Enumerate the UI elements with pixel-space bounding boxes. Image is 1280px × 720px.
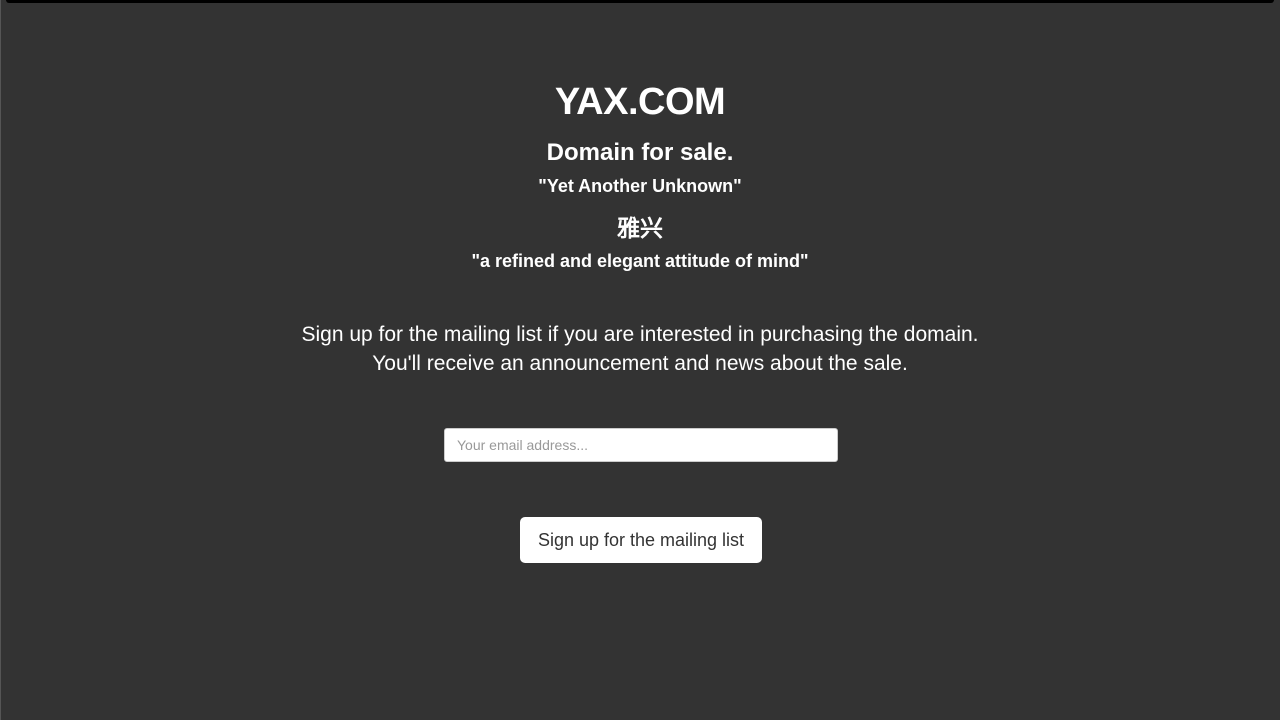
description-line-2: You'll receive an announcement and news … — [372, 352, 908, 375]
description-line-1: Sign up for the mailing list if you are … — [301, 323, 979, 346]
chinese-meaning: "a refined and elegant attitude of mind" — [471, 251, 809, 271]
email-input[interactable] — [444, 428, 838, 462]
sale-heading: Domain for sale. — [546, 139, 734, 166]
signup-button[interactable]: Sign up for the mailing list — [520, 517, 762, 563]
site-title: YAX.COM — [554, 81, 726, 123]
browser-top-edge — [6, 0, 1274, 3]
english-meaning: "Yet Another Unknown" — [538, 176, 742, 196]
chinese-name: 雅兴 — [617, 215, 663, 241]
mailing-list-description: Sign up for the mailing list if you are … — [0, 320, 1280, 378]
